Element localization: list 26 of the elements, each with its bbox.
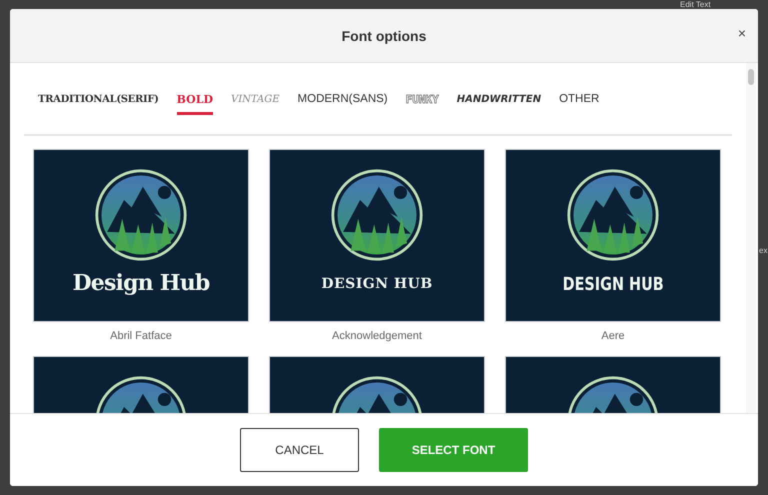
category-tab[interactable]: TRADITIONAL(SERIF)	[38, 90, 159, 114]
panel-heading: Edit Text	[680, 0, 711, 9]
font-name: Aere	[600, 330, 626, 342]
cancel-button[interactable]: CANCEL	[240, 428, 359, 472]
category-tab[interactable]: HANDWRITTEN	[456, 90, 542, 114]
category-tab[interactable]: OTHER	[559, 89, 600, 114]
scrollbar-thumb[interactable]	[748, 69, 754, 85]
scrollbar[interactable]	[746, 63, 756, 413]
mountain-forest-emblem-icon	[566, 168, 660, 262]
panel-text: ex	[759, 246, 768, 256]
category-tab[interactable]: FUNKY	[406, 88, 439, 114]
category-tab[interactable]: MODERN(SANS)	[298, 89, 388, 114]
mountain-forest-emblem-icon	[330, 168, 424, 262]
close-button[interactable]: ×	[736, 25, 748, 41]
mountain-forest-emblem-icon	[94, 168, 188, 262]
logo-preview[interactable]: DESIGN HUB	[269, 149, 485, 322]
logo-text: Design Hub	[72, 270, 210, 296]
font-name: Acknowledgement	[331, 330, 423, 342]
dialog-title: Font options	[342, 28, 426, 44]
category-tab[interactable]: VINTAGE	[230, 90, 280, 114]
logo-preview[interactable]: DESIGN HUB	[505, 149, 721, 322]
logo-text: DESIGN HUB	[562, 274, 664, 295]
logo-text: DESIGN HUB	[321, 276, 433, 292]
category-tab[interactable]: BOLD	[176, 88, 213, 114]
font-name: Abril Fatface	[109, 330, 173, 342]
logo-preview[interactable]: Design Hub	[33, 149, 249, 322]
